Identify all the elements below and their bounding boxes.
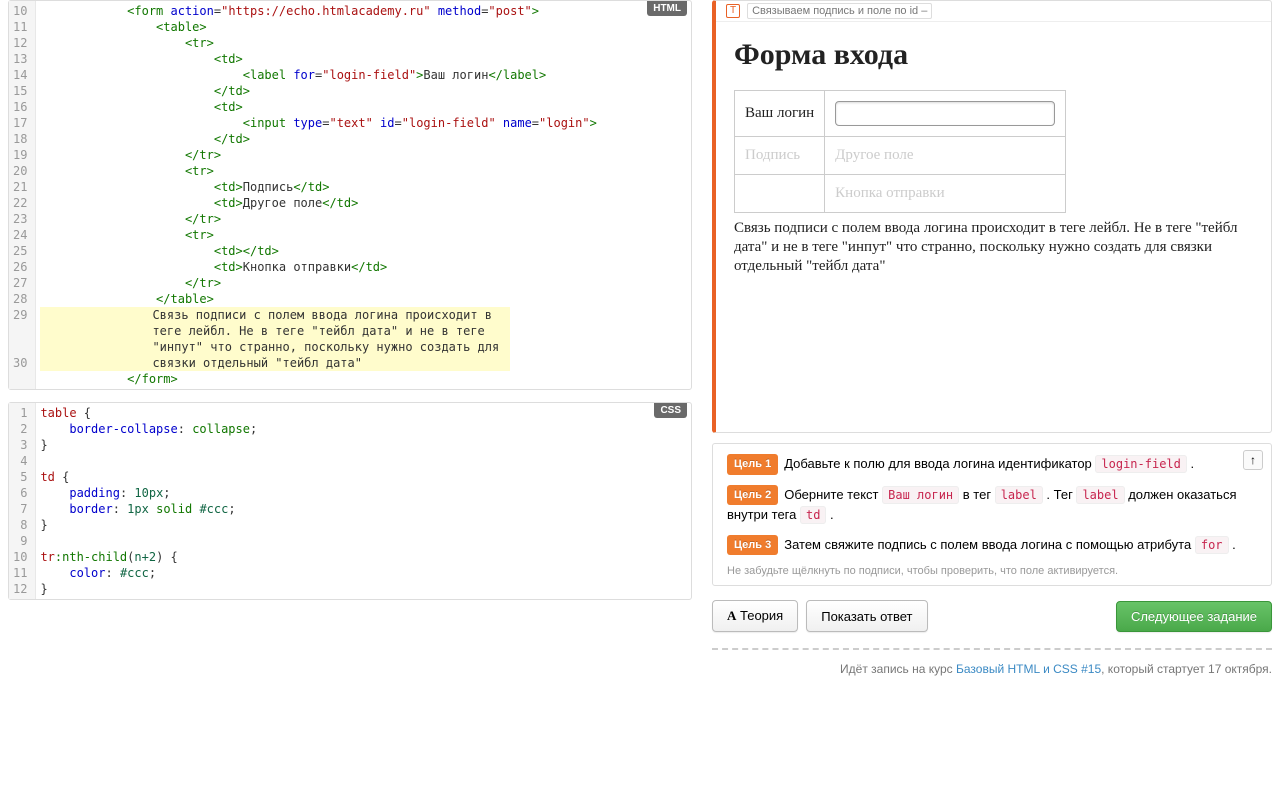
preview-tab-label: Связываем подпись и поле по id –: [747, 3, 932, 19]
show-answer-button[interactable]: Показать ответ: [806, 600, 927, 632]
table-row: Подпись Другое поле: [735, 137, 1066, 175]
html-editor[interactable]: HTML 10111213141516171819202122232425262…: [8, 0, 692, 390]
code-pill: label: [995, 486, 1043, 504]
empty-cell: [735, 175, 825, 213]
preview-title: Форма входа: [734, 38, 1253, 72]
goal-badge: Цель 1: [727, 454, 778, 475]
css-gutter: 123456789101112: [9, 403, 36, 599]
preview-pane: T Связываем подпись и поле по id – Форма…: [712, 0, 1272, 433]
table-row: Кнопка отправки: [735, 175, 1066, 213]
goal-badge: Цель 2: [727, 485, 778, 506]
css-code[interactable]: table { border-collapse: collapse;} td {…: [36, 403, 691, 599]
html-code[interactable]: <form action="https://echo.htmlacademy.r…: [36, 1, 691, 389]
next-task-button[interactable]: Следующее задание: [1116, 601, 1272, 632]
preview-form-table: Ваш логин Подпись Другое поле Кнопка отп…: [734, 90, 1066, 213]
goal-row: Цель 2Оберните текст Ваш логин в тег lab…: [727, 485, 1257, 525]
goals-panel: ↑ Цель 1Добавьте к полю для ввода логина…: [712, 443, 1272, 586]
goal-badge: Цель 3: [727, 535, 778, 556]
footer-post: , который стартует 17 октября.: [1101, 662, 1272, 676]
goal-row: Цель 3Затем свяжите подпись с полем ввод…: [727, 535, 1257, 556]
html-gutter: 1011121314151617181920212223242526272829…: [9, 1, 36, 389]
css-editor[interactable]: CSS 123456789101112 table { border-colla…: [8, 402, 692, 600]
table-row: Ваш логин: [735, 91, 1066, 137]
login-input-cell: [825, 91, 1066, 137]
value-cell-faded: Другое поле: [825, 137, 1066, 175]
footer: Идёт запись на курс Базовый HTML и CSS #…: [712, 648, 1272, 688]
html-badge: HTML: [647, 1, 687, 16]
goals-note: Не забудьте щёлкнуть по подписи, чтобы п…: [727, 565, 1257, 577]
preview-tab: T Связываем подпись и поле по id –: [716, 1, 1271, 22]
code-pill: login-field: [1095, 455, 1186, 473]
goal-row: Цель 1Добавьте к полю для ввода логина и…: [727, 454, 1257, 475]
label-cell-faded: Подпись: [735, 137, 825, 175]
scroll-up-icon[interactable]: ↑: [1243, 450, 1263, 470]
code-pill: Ваш логин: [882, 486, 959, 504]
submit-cell-faded: Кнопка отправки: [825, 175, 1066, 213]
theory-button[interactable]: A Теория: [712, 600, 798, 632]
footer-link[interactable]: Базовый HTML и CSS #15: [956, 662, 1101, 676]
code-pill: label: [1076, 486, 1124, 504]
code-pill: td: [800, 506, 826, 524]
preview-logo-icon: T: [726, 4, 740, 18]
footer-pre: Идёт запись на курс: [840, 662, 956, 676]
code-pill: for: [1195, 536, 1229, 554]
bottom-bar: A Теория Показать ответ Следующее задани…: [712, 600, 1272, 632]
login-label-cell[interactable]: Ваш логин: [735, 91, 825, 137]
preview-description: Связь подписи с полем ввода логина проис…: [734, 219, 1253, 275]
login-input[interactable]: [835, 101, 1055, 126]
css-badge: CSS: [654, 403, 687, 418]
